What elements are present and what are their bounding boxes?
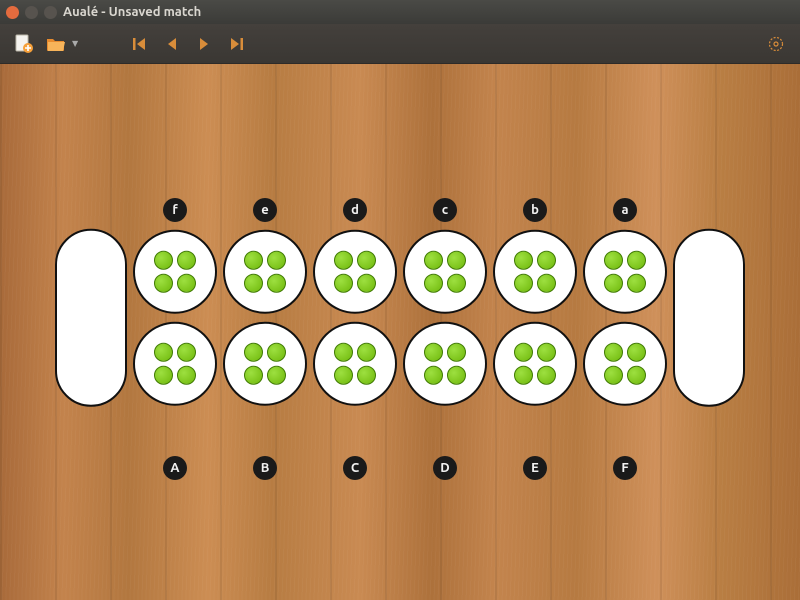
file-new-icon [13,33,35,55]
window-title: Aualé - Unsaved match [63,5,201,19]
nav-next-button[interactable] [190,30,218,58]
skip-first-icon [131,35,149,53]
pit-label-F: F [613,456,637,480]
nav-first-button[interactable] [126,30,154,58]
pit-label-c: c [433,198,457,222]
pit-top-f[interactable] [133,230,217,314]
pit-top-c[interactable] [403,230,487,314]
pit-top-b[interactable] [493,230,577,314]
pit-bottom-D[interactable] [403,322,487,406]
open-dropdown-arrow-icon[interactable]: ▼ [72,39,78,48]
top-labels-row: f e d c b a [133,198,667,222]
pit-bottom-C[interactable] [313,322,397,406]
pit-label-e: e [253,198,277,222]
folder-open-icon [45,33,67,55]
pits-grid [133,230,667,406]
window-close-button[interactable] [6,6,19,19]
pit-top-e[interactable] [223,230,307,314]
right-store [673,229,745,407]
nav-last-button[interactable] [222,30,250,58]
pit-bottom-A[interactable] [133,322,217,406]
mancala-board [55,229,745,407]
pit-top-d[interactable] [313,230,397,314]
pit-label-C: C [343,456,367,480]
game-board-area: f e d c b a A B C D E F [0,64,800,600]
chevron-left-icon [163,35,181,53]
pit-bottom-F[interactable] [583,322,667,406]
new-match-button[interactable] [10,30,38,58]
pit-label-d: d [343,198,367,222]
settings-button[interactable] [762,30,790,58]
pit-top-a[interactable] [583,230,667,314]
pit-label-E: E [523,456,547,480]
pit-label-a: a [613,198,637,222]
chevron-right-icon [195,35,213,53]
gear-icon [767,35,785,53]
window-minimize-button[interactable] [25,6,38,19]
skip-last-icon [227,35,245,53]
pit-label-D: D [433,456,457,480]
window-maximize-button[interactable] [44,6,57,19]
titlebar: Aualé - Unsaved match [0,0,800,24]
bottom-labels-row: A B C D E F [133,456,667,480]
pit-bottom-E[interactable] [493,322,577,406]
nav-prev-button[interactable] [158,30,186,58]
pit-bottom-B[interactable] [223,322,307,406]
pit-label-A: A [163,456,187,480]
left-store [55,229,127,407]
pit-label-f: f [163,198,187,222]
toolbar: ▼ [0,24,800,64]
pit-label-B: B [253,456,277,480]
pit-label-b: b [523,198,547,222]
open-match-button[interactable] [42,30,70,58]
